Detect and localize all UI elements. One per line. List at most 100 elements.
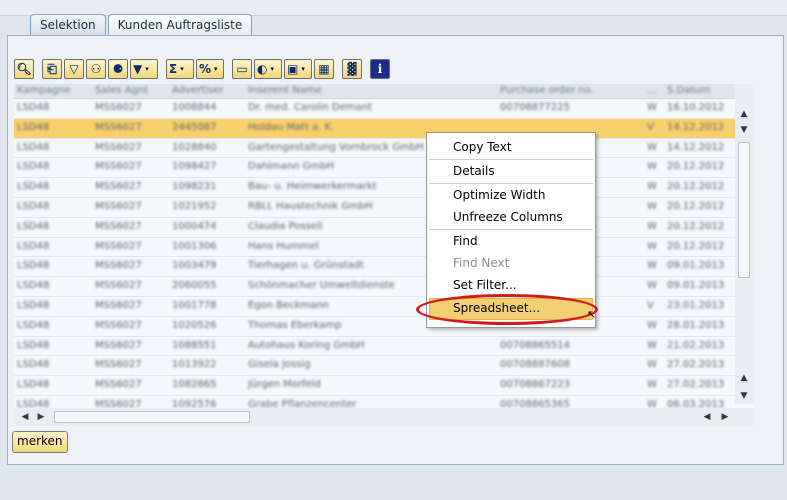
table-row[interactable]: LSD48 MSS6027 2445087 Holdau Matt a. K. V 14.… (14, 118, 753, 139)
table-cell[interactable]: MSS6027 (92, 99, 169, 118)
table-row[interactable]: LSD48 MSS6027 1020526 Thomas Eberkamp W 28.01… (14, 317, 753, 337)
table-cell[interactable]: W (644, 376, 664, 395)
table-cell[interactable]: 1003479 (169, 257, 245, 276)
table-cell[interactable]: LSD48 (14, 376, 92, 395)
table-cell[interactable]: W (644, 317, 664, 336)
table-cell[interactable]: MSS6027 (92, 376, 169, 395)
table-cell[interactable]: MSS6027 (92, 356, 169, 375)
print-icon[interactable]: ⎗ (42, 59, 62, 79)
set-filter-icon[interactable]: ▼ ▾ (130, 59, 158, 79)
table-row[interactable]: LSD48 MSS6027 1000474 Claudia Possell W 20.12… (14, 218, 753, 238)
table-cell[interactable]: 1098231 (169, 178, 245, 197)
table-cell[interactable]: Gisela Jossig (245, 356, 497, 375)
table-cell[interactable]: 1001778 (169, 297, 245, 316)
table-cell[interactable]: V (644, 297, 664, 316)
table-cell[interactable]: LSD48 (14, 178, 92, 197)
table-cell[interactable]: MSS6027 (92, 178, 169, 197)
scroll-up-icon[interactable]: ▲ (736, 370, 752, 386)
merken-button[interactable]: merken (12, 431, 68, 453)
table-row[interactable]: LSD48 MSS6027 1021952 RBLL Haustechnik GmbH… (14, 198, 753, 218)
menu-item-find[interactable]: Find (453, 234, 478, 248)
table-cell[interactable]: W (644, 337, 664, 356)
table-row[interactable]: LSD48 MSS6027 1008844 Dr. med. Carolin Dema… (14, 99, 753, 119)
table-cell[interactable]: LSD48 (14, 139, 92, 158)
table-cell[interactable]: LSD48 (14, 297, 92, 316)
table-cell[interactable]: LSD48 (14, 277, 92, 296)
table-cell[interactable]: W (644, 198, 664, 217)
column-header[interactable]: Sales Agnt (92, 84, 169, 98)
table-row[interactable]: LSD48 MSS6027 1001778 Egon Beckmann V 23.01.2… (14, 297, 753, 317)
scroll-left-icon[interactable]: ◀ (700, 409, 714, 425)
table-cell[interactable]: 1001306 (169, 238, 245, 257)
table-cell[interactable]: 1088551 (169, 337, 245, 356)
table-cell[interactable]: MSS6027 (92, 257, 169, 276)
column-header[interactable]: ... (644, 84, 664, 98)
table-cell[interactable]: LSD48 (14, 198, 92, 217)
table-cell[interactable]: 2445087 (169, 119, 245, 138)
table-cell[interactable]: W (644, 99, 664, 118)
find-next-icon[interactable]: ⚈ (108, 59, 128, 79)
scroll-up-icon[interactable]: ▲ (736, 106, 752, 122)
table-cell[interactable]: W (644, 238, 664, 257)
table-cell[interactable]: W (644, 277, 664, 296)
table-cell[interactable]: LSD48 (14, 356, 92, 375)
table-cell[interactable]: Dr. med. Carolin Demant (245, 99, 497, 118)
table-cell[interactable]: 00708865514 (497, 337, 644, 356)
details-icon[interactable]: 🔍︎ (14, 59, 34, 79)
find-icon[interactable]: ⚇ (86, 59, 106, 79)
table-cell[interactable]: Autohaus Koring GmbH (245, 337, 497, 356)
layout-icon[interactable]: ▦ (314, 59, 334, 79)
table-cell[interactable]: W (644, 257, 664, 276)
table-cell[interactable]: 2060055 (169, 277, 245, 296)
table-cell[interactable]: 1082865 (169, 376, 245, 395)
vertical-scroll-thumb[interactable] (738, 142, 750, 278)
tab-selektion[interactable]: Selektion (30, 14, 106, 35)
table-cell[interactable]: W (644, 218, 664, 237)
views-icon[interactable]: ◐ ▾ (254, 59, 282, 79)
table-cell[interactable]: 00708887608 (497, 356, 644, 375)
table-cell[interactable]: 00708877225 (497, 99, 644, 118)
table-cell[interactable]: LSD48 (14, 119, 92, 138)
table-cell[interactable]: Jürgen Morfeld (245, 376, 497, 395)
table-row[interactable]: LSD48 MSS6027 1082865 Jürgen Morfeld 0070886… (14, 376, 753, 396)
graphic-icon[interactable]: ▓ (342, 59, 362, 79)
table-cell[interactable]: MSS6027 (92, 238, 169, 257)
table-cell[interactable]: 1000474 (169, 218, 245, 237)
column-header[interactable]: Inserent Name (245, 84, 497, 98)
column-header[interactable]: Purchase order no. (497, 84, 644, 98)
table-row[interactable]: LSD48 MSS6027 1028840 Gartengestaltung Vorn… (14, 139, 753, 159)
print-preview-icon[interactable]: ▭ (232, 59, 252, 79)
sum-icon[interactable]: Σ ▾ (166, 59, 194, 79)
export-icon[interactable]: ▣ ▾ (284, 59, 312, 79)
info-icon[interactable]: i (370, 59, 390, 79)
table-row[interactable]: LSD48 MSS6027 1088551 Autohaus Koring GmbH 0… (14, 337, 753, 357)
table-cell[interactable]: 1028840 (169, 139, 245, 158)
table-cell[interactable]: W (644, 178, 664, 197)
table-cell[interactable]: MSS6027 (92, 119, 169, 138)
table-cell[interactable]: W (644, 158, 664, 177)
tab-kunden-auftragsliste[interactable]: Kunden Auftragsliste (107, 14, 253, 36)
table-cell[interactable]: LSD48 (14, 257, 92, 276)
table-cell[interactable]: MSS6027 (92, 158, 169, 177)
column-header[interactable]: Advertiser (169, 84, 245, 98)
table-row[interactable]: LSD48 MSS6027 1001306 Hans Hummel W 20.12.201… (14, 238, 753, 258)
table-row[interactable]: LSD48 MSS6027 1003479 Tierhagen u. Grünstad… (14, 257, 753, 278)
table-cell[interactable]: 1020526 (169, 317, 245, 336)
subtotal-icon[interactable]: % ▾ (196, 59, 224, 79)
horizontal-scrollbar[interactable]: ◀ ▶ ◀ ▶ (14, 408, 753, 426)
table-cell[interactable]: MSS6027 (92, 317, 169, 336)
table-cell[interactable]: MSS6027 (92, 337, 169, 356)
table-cell[interactable]: W (644, 356, 664, 375)
table-cell[interactable]: 1008844 (169, 99, 245, 118)
table-row[interactable]: LSD48 MSS6027 2060055 Schönmacher Umweltdie… (14, 277, 753, 297)
table-cell[interactable]: LSD48 (14, 337, 92, 356)
table-cell[interactable]: MSS6027 (92, 277, 169, 296)
horizontal-scroll-thumb[interactable] (54, 411, 250, 423)
table-row[interactable]: LSD48 MSS6027 1098427 Dahlmann GmbH W 20.12.2… (14, 158, 753, 179)
table-cell[interactable]: MSS6027 (92, 218, 169, 237)
menu-item-set-filter[interactable]: Set Filter... (453, 278, 517, 292)
table-cell[interactable]: 1021952 (169, 198, 245, 217)
scroll-down-icon[interactable]: ▼ (736, 122, 752, 138)
table-cell[interactable]: 1098427 (169, 158, 245, 177)
menu-item-copy-text[interactable]: Copy Text (453, 140, 512, 154)
